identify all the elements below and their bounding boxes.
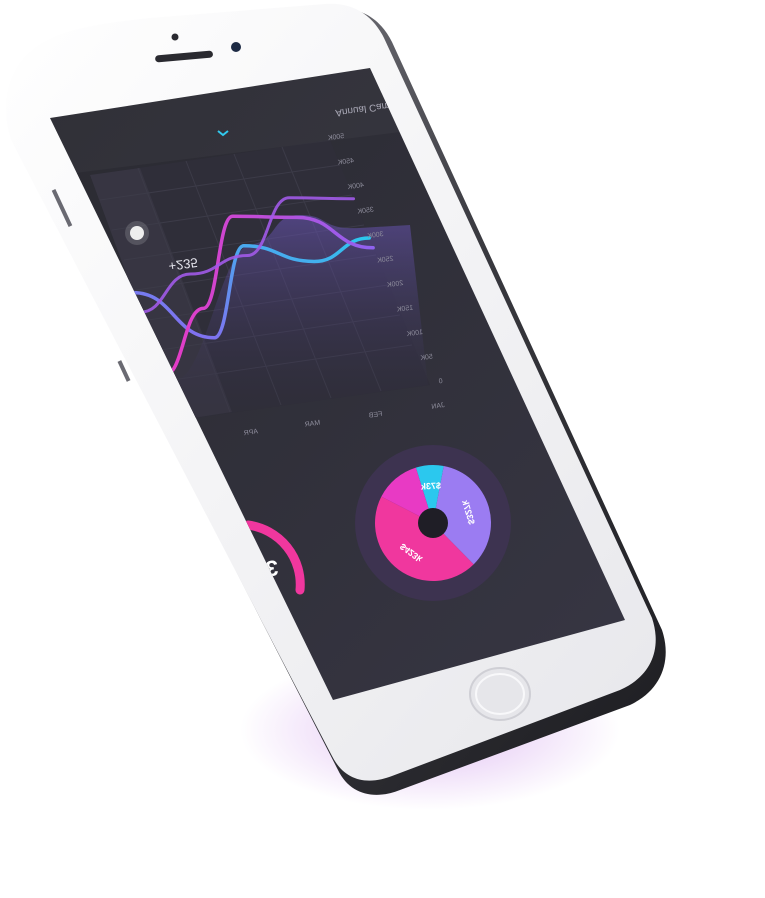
donut-slice-label: $73k [420, 480, 442, 491]
data-point-halo [125, 221, 149, 245]
phone-mockup-illustration: Annual Campaign Sales +235 050 [6, 3, 666, 810]
front-sensor-icon [171, 33, 179, 41]
product-photo: Annual Campaign Sales +235 050 [0, 0, 765, 898]
home-button[interactable] [469, 667, 531, 721]
donut-hole [418, 508, 448, 538]
front-camera-icon [231, 42, 241, 52]
donut-chart: $73k$327k$423k [355, 445, 511, 601]
